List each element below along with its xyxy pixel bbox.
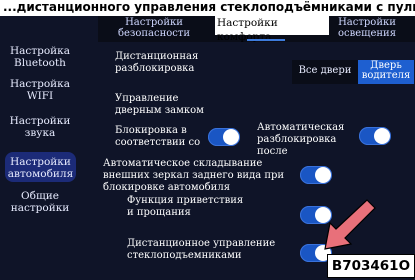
toggle-knob <box>374 128 390 144</box>
callout-arrow-icon <box>324 199 376 250</box>
remote-unlock-label: Дистанционная разблокировка <box>115 51 199 74</box>
figure-code-badge: B703461O <box>327 254 415 278</box>
mirror-fold-label: Автоматическое складывание внешних зерка… <box>103 158 285 193</box>
sidebar-item-vehicle[interactable]: Настройки автомобиля <box>5 152 76 182</box>
welcome-function-label: Функция приветствия и прощания <box>127 195 244 218</box>
tab-security[interactable]: Настройки безопасности <box>112 17 196 39</box>
toggle-knob <box>223 129 239 145</box>
tab-lighting[interactable]: Настройки освещения <box>330 17 404 39</box>
toggle-knob <box>315 167 331 183</box>
mirror-fold-toggle[interactable] <box>300 166 332 184</box>
unlock-driver-door-option[interactable]: Дверь водителя <box>358 60 414 84</box>
sidebar-item-bluetooth[interactable]: Настройка Bluetooth <box>0 45 80 69</box>
tab-comfort[interactable]: Настройки комфорта <box>215 16 329 43</box>
unlock-all-doors-option[interactable]: Все двери <box>292 60 358 84</box>
page-header-caption: ...дистанционного управления стеклоподъё… <box>0 0 415 16</box>
unlock-mode-selector[interactable]: Все двери Дверь водителя <box>292 60 414 84</box>
lock-by-speed-label: Блокировка в соответствии со <box>115 125 201 148</box>
lock-by-speed-toggle[interactable] <box>208 128 240 146</box>
sidebar-item-sound[interactable]: Настройки звука <box>0 115 80 139</box>
door-lock-control-label: Управление дверным замком <box>115 93 204 116</box>
auto-unlock-after-toggle[interactable] <box>359 127 391 145</box>
sidebar-item-general[interactable]: Общие настройки <box>0 190 80 214</box>
sidebar-item-wifi[interactable]: Настройка WIFI <box>0 78 80 102</box>
tab-active-indicator <box>247 39 285 41</box>
remote-windows-label: Дистанционное управление стеклоподъемник… <box>127 238 276 261</box>
auto-unlock-after-label: Автоматическая разблокировка после <box>257 122 345 157</box>
